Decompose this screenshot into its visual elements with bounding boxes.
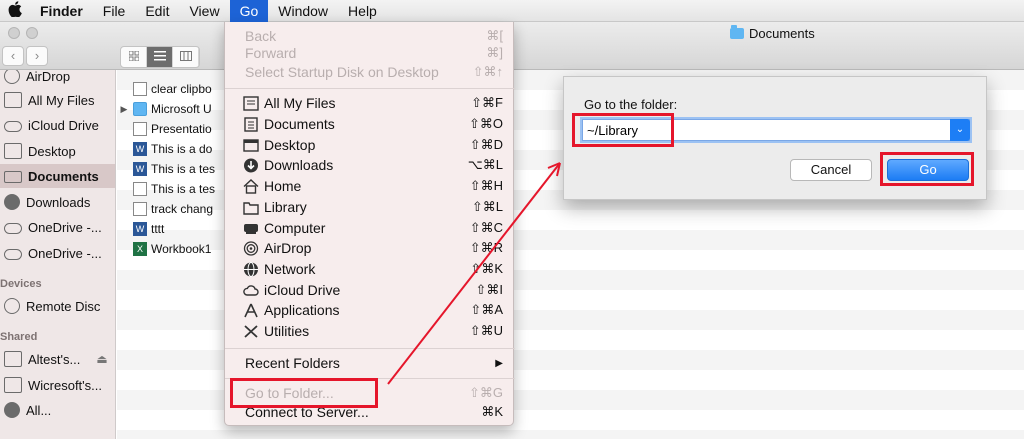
annotation-arrow	[387, 162, 561, 385]
